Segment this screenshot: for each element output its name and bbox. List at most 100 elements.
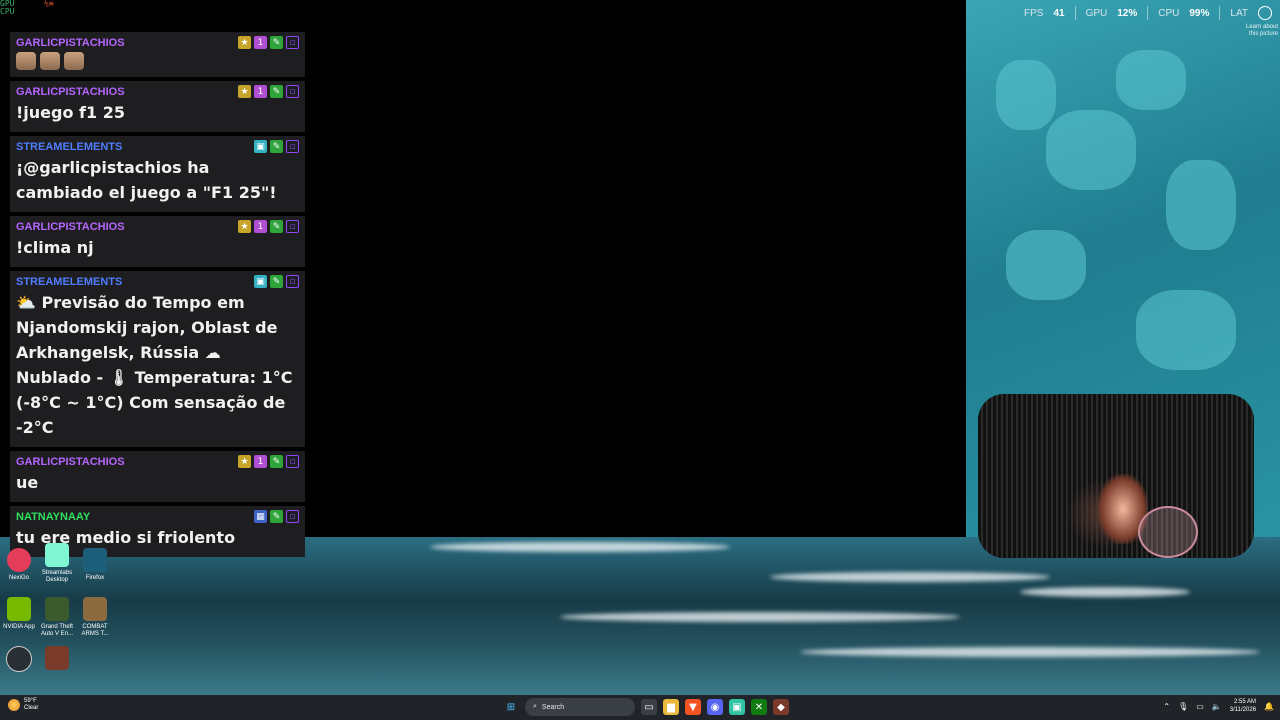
car-icon: ★ <box>238 85 251 98</box>
chat-badges: ▦ ✎ ▫ <box>254 510 299 523</box>
cpu-value: 99% <box>1189 7 1210 19</box>
notification-icon[interactable]: 🔔 <box>1264 702 1274 711</box>
twitch-icon: ▫ <box>286 510 299 523</box>
cat-emote-icon <box>16 52 36 70</box>
moderator-icon: ✎ <box>270 85 283 98</box>
moderator-icon: ✎ <box>270 510 283 523</box>
gpu-label: GPU <box>1085 7 1108 19</box>
nvidia-icon <box>7 597 31 621</box>
desktop-icon-game[interactable] <box>38 646 76 673</box>
combat-arms-icon <box>83 597 107 621</box>
fps-value: 41 <box>1053 7 1065 19</box>
desktop-icon-nvidia[interactable]: NVIDIA App <box>0 597 38 631</box>
firefox-icon <box>83 548 107 572</box>
camera-icon[interactable] <box>1258 6 1272 20</box>
chat-badges: ★ 1 ✎ ▫ <box>238 455 299 468</box>
discord-icon[interactable]: ◉ <box>707 699 723 715</box>
hud-divider <box>1074 6 1076 20</box>
file-explorer-icon[interactable]: ▆ <box>663 699 679 715</box>
chat-text: !juego f1 25 <box>16 103 125 122</box>
cpu-label: CPU <box>1158 7 1180 19</box>
chat-badges: ▣ ✎ ▫ <box>254 275 299 288</box>
desktop-icon-streamlabs[interactable]: Streamlabs Desktop <box>38 543 76 584</box>
display-icon[interactable]: ▭ <box>1196 702 1204 711</box>
weather-desc: Clear <box>24 705 39 711</box>
twitch-icon: ▫ <box>286 455 299 468</box>
system-tray: ⌃ 🎙 ▭ 🔈 2:55 AM 3/11/2026 🔔 <box>1163 698 1274 714</box>
streamlabs-icon <box>45 543 69 567</box>
game-icon <box>45 646 69 670</box>
chat-badges: ★ 1 ✎ ▫ <box>238 85 299 98</box>
weather-temp: 59°F <box>24 698 37 704</box>
desktop-icon-nexigo[interactable]: NexiGo <box>0 548 38 582</box>
fan-image <box>1138 506 1198 558</box>
car-icon: ★ <box>238 36 251 49</box>
cat-emote-icon <box>64 52 84 70</box>
xbox-icon[interactable]: ✕ <box>751 699 767 715</box>
gift-icon: ▦ <box>254 510 267 523</box>
chat-badges: ★ 1 ✎ ▫ <box>238 220 299 233</box>
desktop-icon-firefox[interactable]: Firefox <box>76 548 114 582</box>
desktop-icon-combat-arms[interactable]: COMBAT ARMS T... <box>76 597 114 638</box>
lat-label: LAT <box>1230 7 1248 19</box>
sub-badge-icon: 1 <box>254 85 267 98</box>
brave-browser-icon[interactable]: ▼ <box>685 699 701 715</box>
taskbar: 59°F Clear ⊞ ⌕ Search ▭ ▆ ▼ ◉ ▣ ✕ ◆ ⌃ 🎙 … <box>0 695 1280 720</box>
twitch-icon: ▫ <box>286 85 299 98</box>
learn-about-picture[interactable]: Learn about this picture <box>1246 24 1278 38</box>
twitch-icon: ▫ <box>286 220 299 233</box>
overlay-corner-glyph: ⅙≡ <box>44 0 54 8</box>
hud-divider <box>1219 6 1221 20</box>
microphone-icon[interactable]: 🎙 <box>1178 702 1188 711</box>
hud-divider <box>1147 6 1149 20</box>
search-box[interactable]: ⌕ Search <box>525 698 635 716</box>
twitch-icon: ▫ <box>286 36 299 49</box>
chat-message: GARLICPISTACHIOS ★ 1 ✎ ▫ !juego f1 25 <box>10 81 305 132</box>
desktop-icon-gta[interactable]: Grand Theft Auto V En... <box>38 597 76 638</box>
chat-text: !clima nj <box>16 238 94 257</box>
sub-badge-icon: 1 <box>254 36 267 49</box>
search-icon: ⌕ <box>533 703 537 710</box>
desktop-icon-obs[interactable] <box>0 646 38 675</box>
moderator-icon: ✎ <box>270 140 283 153</box>
task-view-icon[interactable]: ▭ <box>641 699 657 715</box>
chat-overlay: GARLICPISTACHIOS ★ 1 ✎ ▫ GARLICPISTACHIO… <box>10 32 305 561</box>
obs-icon <box>6 646 32 672</box>
chat-badges: ▣ ✎ ▫ <box>254 140 299 153</box>
streamlabs-taskbar-icon[interactable]: ▣ <box>729 699 745 715</box>
sub-badge-icon: 1 <box>254 220 267 233</box>
car-icon: ★ <box>238 455 251 468</box>
sub-badge-icon: 1 <box>254 455 267 468</box>
cat-emote-icon <box>40 52 60 70</box>
chat-message: GARLICPISTACHIOS ★ 1 ✎ ▫ !clima nj <box>10 216 305 267</box>
nexigo-icon <box>7 548 31 572</box>
chat-message: GARLICPISTACHIOS ★ 1 ✎ ▫ <box>10 32 305 77</box>
taskbar-apps: ⊞ ⌕ Search ▭ ▆ ▼ ◉ ▣ ✕ ◆ <box>503 698 789 716</box>
weather-widget[interactable]: 59°F Clear <box>8 698 38 712</box>
webcam-feed <box>978 394 1254 558</box>
moderator-icon: ✎ <box>270 220 283 233</box>
moderator-icon: ✎ <box>270 275 283 288</box>
twitch-icon: ▫ <box>286 275 299 288</box>
windows-start-icon[interactable]: ⊞ <box>503 699 519 715</box>
bot-icon: ▣ <box>254 275 267 288</box>
fps-label: FPS <box>1023 7 1044 19</box>
moderator-icon: ✎ <box>270 36 283 49</box>
chevron-up-icon[interactable]: ⌃ <box>1163 702 1170 711</box>
chat-badges: ★ 1 ✎ ▫ <box>238 36 299 49</box>
chat-message: STREAMELEMENTS ▣ ✎ ▫ ¡@garlicpistachios … <box>10 136 305 212</box>
volume-icon[interactable]: 🔈 <box>1212 702 1222 711</box>
gta-icon <box>45 597 69 621</box>
game-taskbar-icon[interactable]: ◆ <box>773 699 789 715</box>
car-icon: ★ <box>238 220 251 233</box>
chat-emotes <box>16 52 299 70</box>
weather-icon <box>8 699 20 711</box>
performance-hud: FPS 41 GPU 12% CPU 99% LAT <box>1024 6 1280 20</box>
gpu-value: 12% <box>1117 7 1138 19</box>
chat-message: STREAMELEMENTS ▣ ✎ ▫ ⛅ Previsão do Tempo… <box>10 271 305 447</box>
chat-text: ¡@garlicpistachios ha cambiado el juego … <box>16 158 277 202</box>
search-placeholder: Search <box>541 703 565 711</box>
clock[interactable]: 2:55 AM 3/11/2026 <box>1230 698 1256 714</box>
twitch-icon: ▫ <box>286 140 299 153</box>
overlay-corner-label: GPU CPU <box>0 0 15 16</box>
